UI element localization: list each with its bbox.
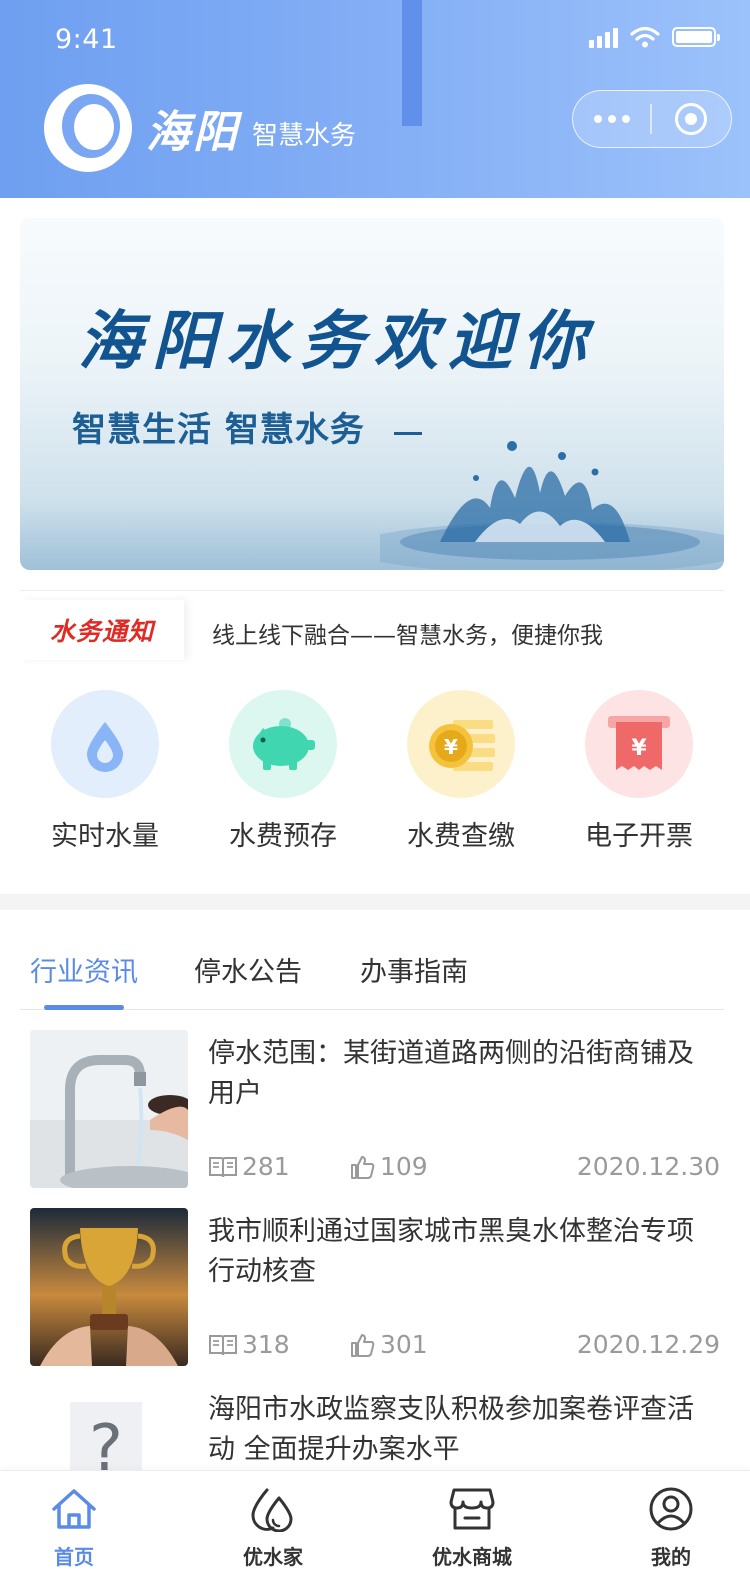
notice-badge-label: 水务通知 <box>49 617 154 646</box>
tabbar-label: 优水家 <box>243 1545 303 1569</box>
miniprogram-capsule <box>572 90 732 148</box>
news-date: 2020.12.30 <box>576 1152 720 1181</box>
read-count-value: 281 <box>242 1152 290 1181</box>
app-header: 9:41 海阳 智慧水务 <box>0 0 750 198</box>
tabbar-youshuijia[interactable]: 优水家 <box>213 1483 333 1570</box>
section-gap <box>0 894 750 910</box>
water-drops-icon <box>213 1483 333 1535</box>
tab-water-outage[interactable]: 停水公告 <box>194 950 302 989</box>
service-prepay[interactable]: 水费预存 <box>193 690 373 853</box>
user-icon <box>611 1483 731 1535</box>
signal-icon <box>589 26 618 48</box>
status-time: 9:41 <box>55 24 118 55</box>
app-logo: 海阳 智慧水务 <box>44 84 356 172</box>
service-realtime-water[interactable]: 实时水量 <box>15 690 195 853</box>
battery-icon <box>672 27 720 47</box>
tabbar-home[interactable]: 首页 <box>14 1483 134 1570</box>
service-label: 电子开票 <box>585 821 693 852</box>
news-meta: 281 109 2020.12.30 <box>208 1152 720 1184</box>
banner-title: 海阳水务欢迎你 <box>78 304 596 379</box>
water-splash-image <box>380 441 724 570</box>
home-icon <box>14 1483 134 1535</box>
like-count-value: 109 <box>380 1152 428 1181</box>
read-count-value: 318 <box>242 1330 290 1359</box>
status-icons <box>589 26 720 48</box>
news-title: 停水范围：某街道道路两侧的沿街商铺及用户 <box>208 1038 694 1109</box>
tab-service-guide[interactable]: 办事指南 <box>360 950 468 989</box>
shop-icon <box>412 1483 532 1535</box>
thumbs-up-icon <box>351 1333 375 1357</box>
news-title: 海阳市水政监察支队积极参加案卷评查活动 全面提升办案水平 <box>208 1394 694 1465</box>
news-meta: 318 301 2020.12.29 <box>208 1330 720 1362</box>
bottom-tab-bar: 首页 优水家 优水商城 我的 <box>0 1470 750 1583</box>
news-tabs: 行业资讯 停水公告 办事指南 <box>20 950 724 1010</box>
news-item[interactable]: 我市顺利通过国家城市黑臭水体整治专项行动核查 318 301 2020.12.2… <box>30 1208 720 1366</box>
more-icon[interactable] <box>573 115 650 123</box>
like-count-value: 301 <box>380 1330 428 1359</box>
logo-emblem-icon <box>44 84 132 172</box>
tabbar-label: 优水商城 <box>432 1545 512 1569</box>
header-decoration-bar <box>402 0 422 126</box>
read-icon <box>209 1334 237 1355</box>
svg-text:¥: ¥ <box>631 736 647 761</box>
receipt-icon: ¥ <box>585 690 693 798</box>
service-label: 水费查缴 <box>407 821 515 852</box>
read-count: 318 <box>208 1330 290 1359</box>
notice-divider <box>20 590 724 591</box>
close-miniprogram-icon[interactable] <box>652 103 731 135</box>
tabbar-mall[interactable]: 优水商城 <box>412 1483 532 1570</box>
service-e-invoice[interactable]: ¥ 电子开票 <box>549 690 729 853</box>
active-tab-indicator <box>44 1005 124 1010</box>
trophy-photo <box>30 1208 188 1366</box>
wifi-icon <box>630 26 660 48</box>
notice-badge: 水务通知 <box>20 600 184 660</box>
faucet-photo <box>30 1030 188 1188</box>
water-drop-icon <box>51 690 159 798</box>
notice-text[interactable]: 线上线下融合——智慧水务，便捷你我 <box>212 616 603 650</box>
service-label: 水费预存 <box>229 821 337 852</box>
logo-subtitle: 智慧水务 <box>252 120 357 151</box>
tabbar-mine[interactable]: 我的 <box>611 1483 731 1570</box>
tabbar-label: 我的 <box>651 1545 691 1569</box>
piggy-bank-icon <box>229 690 337 798</box>
coin-icon: ¥ <box>407 690 515 798</box>
svg-text:¥: ¥ <box>444 735 458 759</box>
service-bill-payment[interactable]: ¥ 水费查缴 <box>371 690 551 853</box>
tabbar-label: 首页 <box>54 1545 94 1569</box>
tab-industry-news[interactable]: 行业资讯 <box>30 950 138 989</box>
welcome-banner[interactable]: 海阳水务欢迎你 智慧生活 智慧水务 <box>20 218 724 570</box>
service-label: 实时水量 <box>51 821 159 852</box>
like-count[interactable]: 109 <box>350 1152 428 1181</box>
service-grid: 实时水量 水费预存 ¥ 水费查缴 ¥ 电子开票 <box>0 690 750 860</box>
like-count[interactable]: 301 <box>350 1330 428 1359</box>
thumbs-up-icon <box>351 1155 375 1179</box>
news-title: 我市顺利通过国家城市黑臭水体整治专项行动核查 <box>208 1216 694 1287</box>
read-count: 281 <box>208 1152 290 1181</box>
banner-subtitle: 智慧生活 智慧水务 <box>72 410 365 450</box>
banner-dash <box>394 432 422 435</box>
news-item[interactable]: 停水范围：某街道道路两侧的沿街商铺及用户 281 109 2020.12.30 <box>30 1030 720 1188</box>
logo-name: 海阳 <box>146 107 240 158</box>
read-icon <box>209 1156 237 1177</box>
news-date: 2020.12.29 <box>576 1330 720 1359</box>
